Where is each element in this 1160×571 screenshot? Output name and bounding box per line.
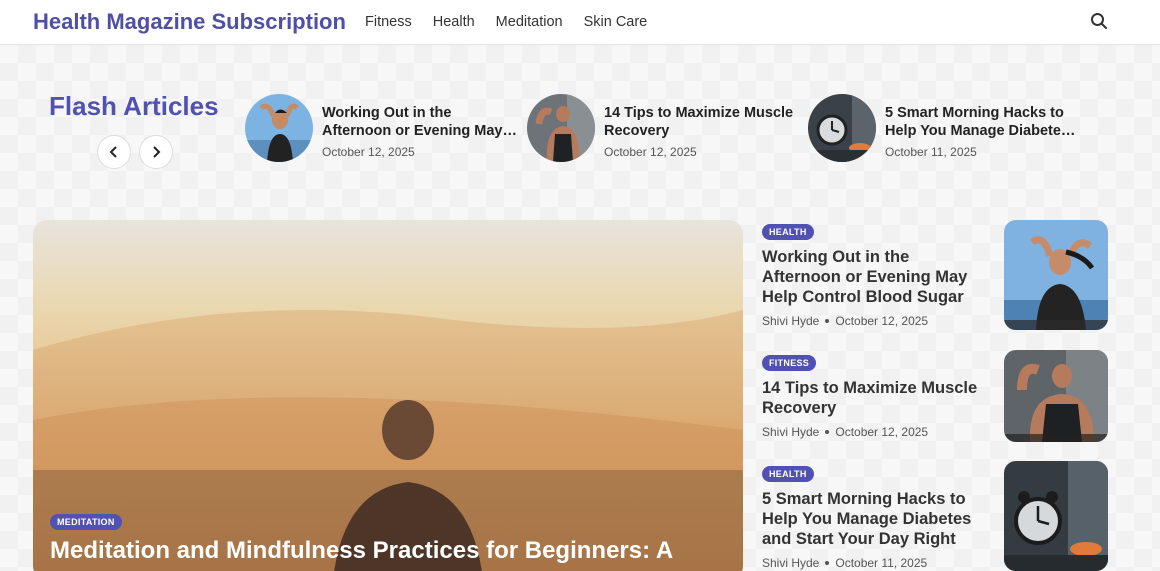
article-date: October 12, 2025 xyxy=(835,425,929,439)
flash-article-title[interactable]: 14 Tips to Maximize Muscle Recovery xyxy=(604,104,800,140)
chevron-right-icon[interactable] xyxy=(139,135,173,169)
flash-article-title[interactable]: Working Out in the Afternoon or Evening … xyxy=(322,104,518,140)
side-article-thumbnail[interactable] xyxy=(1004,461,1108,571)
chevron-left-icon[interactable] xyxy=(97,135,131,169)
search-icon[interactable] xyxy=(1090,12,1110,32)
separator-dot xyxy=(825,561,830,565)
separator-dot xyxy=(825,319,830,323)
featured-article[interactable]: MEDITATION Meditation and Mindfulness Pr… xyxy=(33,220,743,571)
category-badge[interactable]: HEALTH xyxy=(762,466,814,482)
article-date: October 12, 2025 xyxy=(835,314,929,328)
author-name[interactable]: Shivi Hyde xyxy=(762,314,819,328)
nav-item-meditation[interactable]: Meditation xyxy=(496,14,563,30)
flash-article-title[interactable]: 5 Smart Morning Hacks to Help You Manage… xyxy=(885,104,1081,140)
category-badge[interactable]: HEALTH xyxy=(762,224,814,240)
category-badge[interactable]: MEDITATION xyxy=(50,514,122,530)
side-article-title[interactable]: 5 Smart Morning Hacks to Help You Manage… xyxy=(762,489,987,549)
flash-article-thumbnail[interactable] xyxy=(808,94,876,162)
nav-item-health[interactable]: Health xyxy=(433,14,475,30)
flash-article-date: October 12, 2025 xyxy=(322,145,415,159)
nav-item-fitness[interactable]: Fitness xyxy=(365,14,412,30)
side-article-thumbnail[interactable] xyxy=(1004,220,1108,330)
site-header: Health Magazine Subscription Fitness Hea… xyxy=(0,0,1160,45)
featured-article-image xyxy=(33,220,743,571)
separator-dot xyxy=(825,430,830,434)
featured-article-title[interactable]: Meditation and Mindfulness Practices for… xyxy=(50,537,730,565)
flash-article-date: October 12, 2025 xyxy=(604,145,697,159)
main-nav: Fitness Health Meditation Skin Care xyxy=(365,14,647,30)
flash-article-item[interactable]: 5 Smart Morning Hacks to Help You Manage… xyxy=(808,94,1080,164)
site-title[interactable]: Health Magazine Subscription xyxy=(33,9,346,35)
side-article-title[interactable]: 14 Tips to Maximize Muscle Recovery xyxy=(762,378,987,418)
flash-articles-title: Flash Articles xyxy=(49,91,219,121)
author-name[interactable]: Shivi Hyde xyxy=(762,425,819,439)
category-badge[interactable]: FITNESS xyxy=(762,355,817,371)
flash-article-thumbnail[interactable] xyxy=(245,94,313,162)
article-date: October 11, 2025 xyxy=(835,556,928,570)
side-article-thumbnail[interactable] xyxy=(1004,350,1108,442)
side-article-title[interactable]: Working Out in the Afternoon or Evening … xyxy=(762,247,987,307)
flash-article-item[interactable]: Working Out in the Afternoon or Evening … xyxy=(245,94,517,164)
flash-article-thumbnail[interactable] xyxy=(527,94,595,162)
flash-article-item[interactable]: 14 Tips to Maximize Muscle Recovery Octo… xyxy=(527,94,799,164)
author-name[interactable]: Shivi Hyde xyxy=(762,556,819,570)
nav-item-skin-care[interactable]: Skin Care xyxy=(584,14,648,30)
flash-article-date: October 11, 2025 xyxy=(885,145,977,159)
